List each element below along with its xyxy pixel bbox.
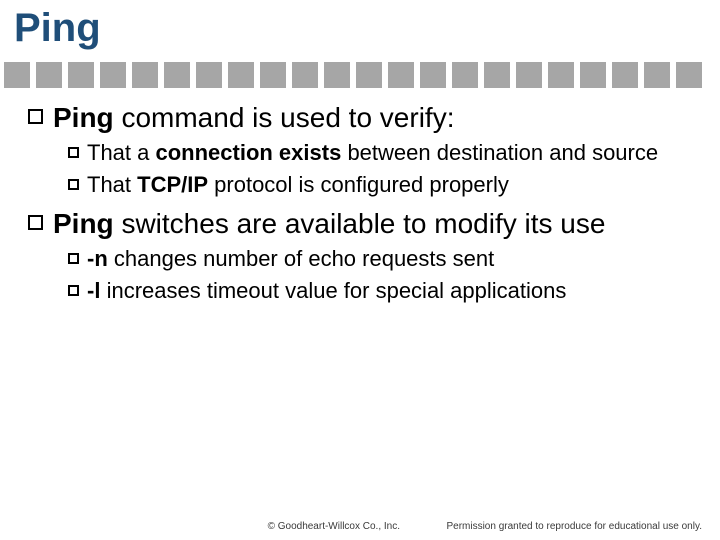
slide-title: Ping bbox=[14, 6, 101, 51]
bold-text: -l bbox=[87, 278, 100, 303]
bullet-square-icon bbox=[68, 253, 79, 264]
text: between destination and source bbox=[341, 140, 658, 165]
bold-text: Ping bbox=[53, 208, 114, 239]
square-icon bbox=[228, 62, 254, 88]
bullet-level2: That TCP/IP protocol is configured prope… bbox=[68, 171, 688, 199]
text: That a bbox=[87, 140, 155, 165]
slide: Ping Ping command is used to verify: bbox=[0, 0, 720, 540]
bullet-square-icon bbox=[28, 215, 43, 230]
square-icon bbox=[100, 62, 126, 88]
bullet-level2: That a connection exists between destina… bbox=[68, 139, 688, 167]
square-icon bbox=[36, 62, 62, 88]
bold-text: TCP/IP bbox=[137, 172, 208, 197]
text: changes number of echo requests sent bbox=[108, 246, 494, 271]
bullet-level2: -l increases timeout value for special a… bbox=[68, 277, 688, 305]
text: increases timeout value for special appl… bbox=[100, 278, 566, 303]
square-icon bbox=[644, 62, 670, 88]
bold-text: -n bbox=[87, 246, 108, 271]
bullet-level1: Ping command is used to verify: bbox=[28, 100, 688, 135]
footer-permission: Permission granted to reproduce for educ… bbox=[446, 521, 702, 532]
bullet-text: -n changes number of echo requests sent bbox=[87, 245, 494, 273]
square-icon bbox=[68, 62, 94, 88]
footer-copyright: © Goodheart-Willcox Co., Inc. bbox=[268, 521, 400, 532]
square-icon bbox=[4, 62, 30, 88]
decorative-band bbox=[0, 60, 720, 90]
bullet-square-icon bbox=[28, 109, 43, 124]
bullet-text: That TCP/IP protocol is configured prope… bbox=[87, 171, 509, 199]
square-icon bbox=[356, 62, 382, 88]
bold-text: connection exists bbox=[155, 140, 341, 165]
text: switches are available to modify its use bbox=[114, 208, 606, 239]
square-icon bbox=[580, 62, 606, 88]
text: protocol is configured properly bbox=[208, 172, 509, 197]
square-icon bbox=[484, 62, 510, 88]
square-icon bbox=[452, 62, 478, 88]
square-icon bbox=[548, 62, 574, 88]
bullet-level2: -n changes number of echo requests sent bbox=[68, 245, 688, 273]
bullet-text: -l increases timeout value for special a… bbox=[87, 277, 566, 305]
bullet-square-icon bbox=[68, 285, 79, 296]
square-icon bbox=[292, 62, 318, 88]
bullet-square-icon bbox=[68, 147, 79, 158]
bold-text: Ping bbox=[53, 102, 114, 133]
square-icon bbox=[164, 62, 190, 88]
square-icon bbox=[196, 62, 222, 88]
bullet-text: Ping command is used to verify: bbox=[53, 100, 454, 135]
bullet-text: That a connection exists between destina… bbox=[87, 139, 658, 167]
square-icon bbox=[324, 62, 350, 88]
bullet-square-icon bbox=[68, 179, 79, 190]
square-icon bbox=[612, 62, 638, 88]
bullet-level1: Ping switches are available to modify it… bbox=[28, 206, 688, 241]
content-body: Ping command is used to verify: That a c… bbox=[28, 96, 688, 306]
square-icon bbox=[260, 62, 286, 88]
square-icon bbox=[420, 62, 446, 88]
square-icon bbox=[132, 62, 158, 88]
bullet-text: Ping switches are available to modify it… bbox=[53, 206, 605, 241]
square-icon bbox=[676, 62, 702, 88]
text: That bbox=[87, 172, 137, 197]
square-icon bbox=[388, 62, 414, 88]
square-icon bbox=[516, 62, 542, 88]
text: command is used to verify: bbox=[114, 102, 455, 133]
